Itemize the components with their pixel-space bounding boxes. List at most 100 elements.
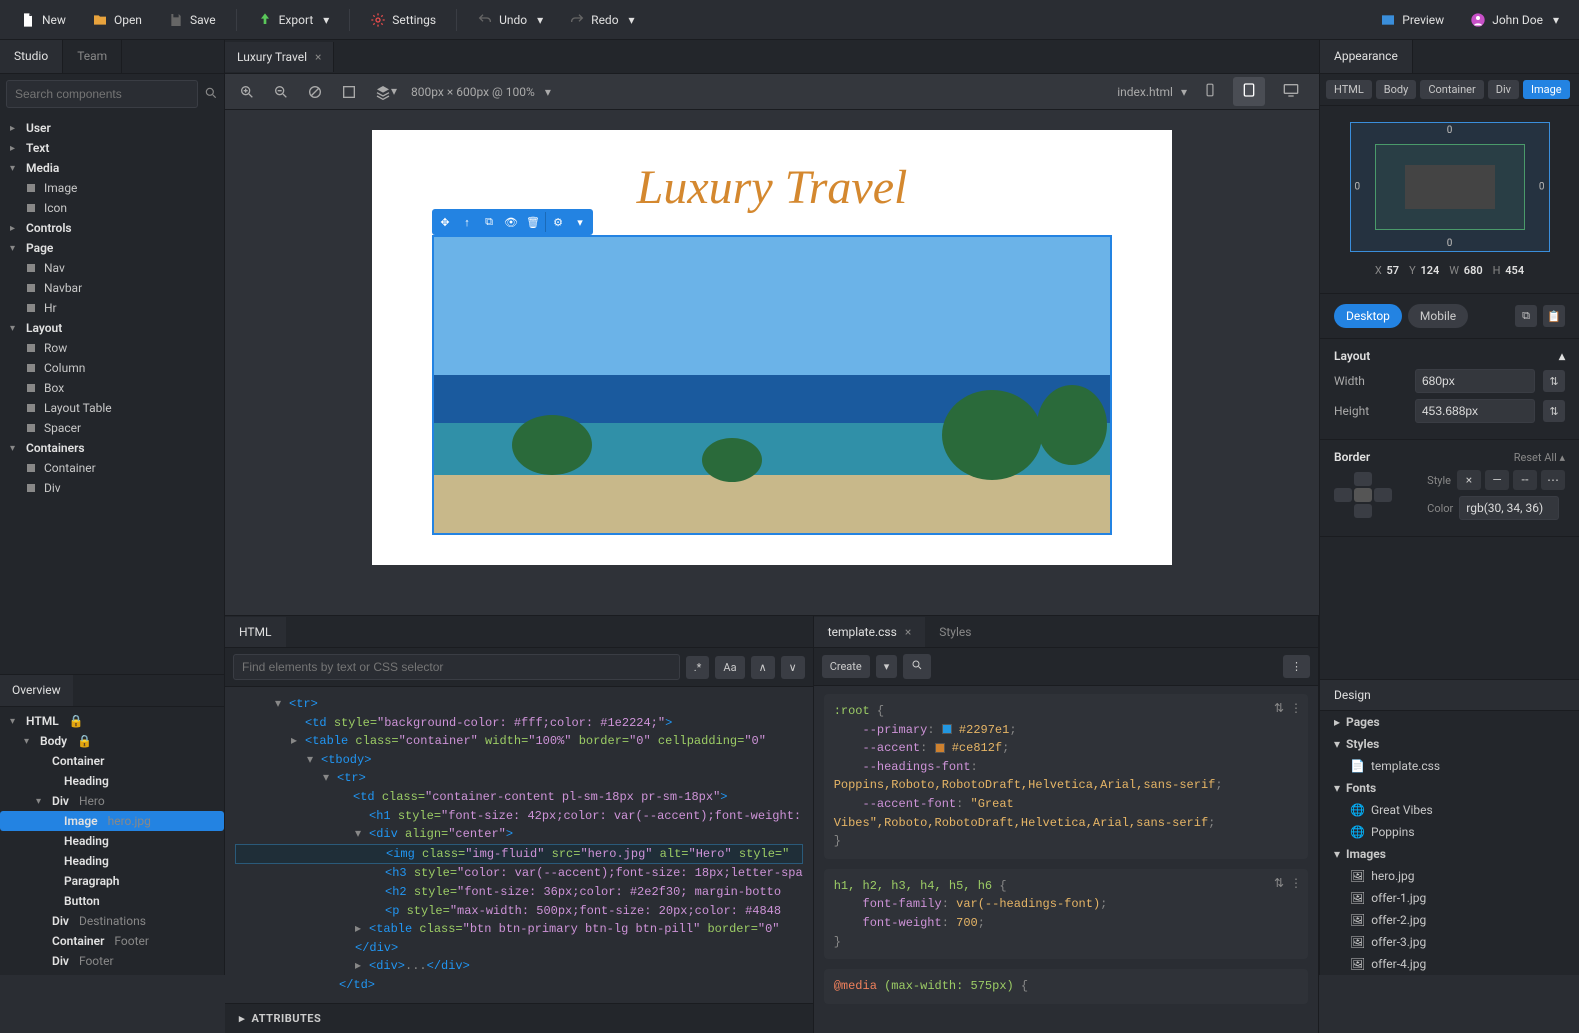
find-elements-input[interactable] <box>233 654 680 680</box>
overview-item[interactable]: Heading <box>0 771 224 791</box>
zoom-in-icon[interactable] <box>235 80 259 104</box>
component-item[interactable]: Image <box>0 178 224 198</box>
design-item[interactable]: 🌐Great Vibes <box>1320 799 1579 821</box>
component-item[interactable]: Box <box>0 378 224 398</box>
more-icon[interactable]: ⋮ <box>1290 875 1302 894</box>
design-item[interactable]: 📄template.css <box>1320 755 1579 777</box>
export-button[interactable]: Export ▾ <box>247 7 340 33</box>
design-item[interactable]: 🖼offer-1.jpg <box>1320 887 1579 909</box>
css-tab-template[interactable]: template.css× <box>814 617 926 647</box>
filename-label[interactable]: index.html <box>1117 85 1173 99</box>
page-preview[interactable]: Luxury Travel ✥ ↑ ⧉ 👁 🗑 ⚙ ▾ <box>372 130 1172 565</box>
overview-item[interactable]: ContainerFooter <box>0 931 224 951</box>
prev-btn[interactable]: ∧ <box>751 656 775 679</box>
design-tab[interactable]: Design <box>1320 680 1385 710</box>
overview-item[interactable]: Heading <box>0 831 224 851</box>
sort-icon[interactable]: ⇅ <box>1274 875 1284 894</box>
new-button[interactable]: New <box>10 7 76 33</box>
search-icon[interactable] <box>204 86 218 103</box>
css-code[interactable]: ⇅⋮ :root { --primary: #2297e1; --accent:… <box>814 686 1318 1033</box>
component-group[interactable]: ▾Containers <box>0 438 224 458</box>
delete-icon[interactable]: 🗑 <box>523 212 543 232</box>
case-btn[interactable]: Aa <box>715 656 744 679</box>
undo-button[interactable]: Undo▾ <box>467 7 553 33</box>
html-code[interactable]: ▾<tr> <td style="background-color: #fff;… <box>225 687 813 1003</box>
border-top[interactable] <box>1354 472 1372 486</box>
design-item[interactable]: 🖼offer-4.jpg <box>1320 953 1579 975</box>
reset-all-link[interactable]: Reset All <box>1514 451 1557 464</box>
layers-icon[interactable]: ▾ <box>371 80 401 104</box>
overview-item[interactable]: ▾Body🔒 <box>0 731 224 751</box>
border-none[interactable]: × <box>1457 470 1481 490</box>
design-item[interactable]: 🖼offer-3.jpg <box>1320 931 1579 953</box>
crumb-item[interactable]: Container <box>1420 80 1483 99</box>
next-btn[interactable]: ∨ <box>781 656 805 679</box>
component-item[interactable]: Column <box>0 358 224 378</box>
collapse-icon[interactable]: ▴ <box>1559 349 1565 363</box>
overview-item[interactable]: Imagehero.jpg <box>0 811 224 831</box>
border-dashed[interactable]: ╌ <box>1513 470 1537 490</box>
mobile-toggle[interactable]: Mobile <box>1408 304 1468 328</box>
clipboard-icon[interactable]: 📋 <box>1543 305 1565 327</box>
device-tablet[interactable] <box>1233 77 1265 106</box>
close-icon[interactable]: × <box>905 625 911 639</box>
design-item[interactable]: 🌐Poppins <box>1320 821 1579 843</box>
design-group[interactable]: ▾Styles <box>1320 733 1579 755</box>
border-dotted[interactable]: ⋯ <box>1541 470 1565 490</box>
overview-item[interactable]: DivFooter <box>0 951 224 971</box>
fit-icon[interactable] <box>337 80 361 104</box>
user-menu[interactable]: John Doe▾ <box>1460 7 1569 33</box>
component-group[interactable]: ▾Layout <box>0 318 224 338</box>
stepper-icon[interactable]: ⇅ <box>1543 400 1565 422</box>
tab-studio[interactable]: Studio <box>0 40 63 73</box>
chevron-down-icon[interactable]: ▾ <box>570 212 590 232</box>
css-search-icon[interactable] <box>903 654 931 679</box>
component-item[interactable]: Div <box>0 478 224 498</box>
crumb-item[interactable]: Image <box>1523 80 1570 99</box>
component-item[interactable]: Navbar <box>0 278 224 298</box>
component-item[interactable]: Container <box>0 458 224 478</box>
component-group[interactable]: ▾Media <box>0 158 224 178</box>
border-right[interactable] <box>1374 488 1392 502</box>
overview-item[interactable]: ▾DivHero <box>0 791 224 811</box>
device-desktop[interactable] <box>1273 78 1309 105</box>
more-icon[interactable]: ⋮ <box>1290 700 1302 719</box>
border-left[interactable] <box>1334 488 1352 502</box>
design-item[interactable]: 🖼hero.jpg <box>1320 865 1579 887</box>
preview-button[interactable]: Preview <box>1370 7 1454 33</box>
component-group[interactable]: ▸Controls <box>0 218 224 238</box>
design-group[interactable]: ▾Images <box>1320 843 1579 865</box>
overview-item[interactable]: Paragraph <box>0 871 224 891</box>
redo-button[interactable]: Redo▾ <box>559 7 644 33</box>
nocircle-icon[interactable] <box>303 80 327 104</box>
crumb-item[interactable]: Div <box>1488 80 1519 99</box>
appearance-tab[interactable]: Appearance <box>1320 40 1413 73</box>
move-icon[interactable]: ✥ <box>435 212 455 232</box>
html-editor-tab[interactable]: HTML <box>225 617 286 647</box>
component-item[interactable]: Row <box>0 338 224 358</box>
border-color-value[interactable]: rgb(30, 34, 36) <box>1459 496 1559 520</box>
overview-item[interactable]: DivDestinations <box>0 911 224 931</box>
design-item[interactable]: 🖼offer-2.jpg <box>1320 909 1579 931</box>
create-dropdown[interactable]: ▾ <box>876 655 898 678</box>
crumb-item[interactable]: HTML <box>1326 80 1372 99</box>
css-more-icon[interactable]: ⋮ <box>1283 655 1310 678</box>
overview-item[interactable]: Heading <box>0 851 224 871</box>
overview-item[interactable]: ▾HTML🔒 <box>0 711 224 731</box>
height-input[interactable] <box>1415 399 1535 423</box>
settings-icon[interactable]: ⚙ <box>548 212 568 232</box>
open-button[interactable]: Open <box>82 7 152 33</box>
design-group[interactable]: ▾Fonts <box>1320 777 1579 799</box>
copy-style-icon[interactable]: ⧉ <box>1515 305 1537 327</box>
component-group[interactable]: ▾Page <box>0 238 224 258</box>
component-group[interactable]: ▸User <box>0 118 224 138</box>
save-button[interactable]: Save <box>158 7 226 33</box>
tab-team[interactable]: Team <box>63 40 122 73</box>
document-tab[interactable]: Luxury Travel × <box>225 42 334 72</box>
settings-button[interactable]: Settings <box>360 7 446 33</box>
attributes-panel-header[interactable]: ▸ ATTRIBUTES <box>225 1003 813 1033</box>
regex-btn[interactable]: .* <box>686 656 710 679</box>
width-input[interactable] <box>1415 369 1535 393</box>
css-tab-styles[interactable]: Styles <box>925 617 985 647</box>
border-all[interactable] <box>1354 488 1372 502</box>
